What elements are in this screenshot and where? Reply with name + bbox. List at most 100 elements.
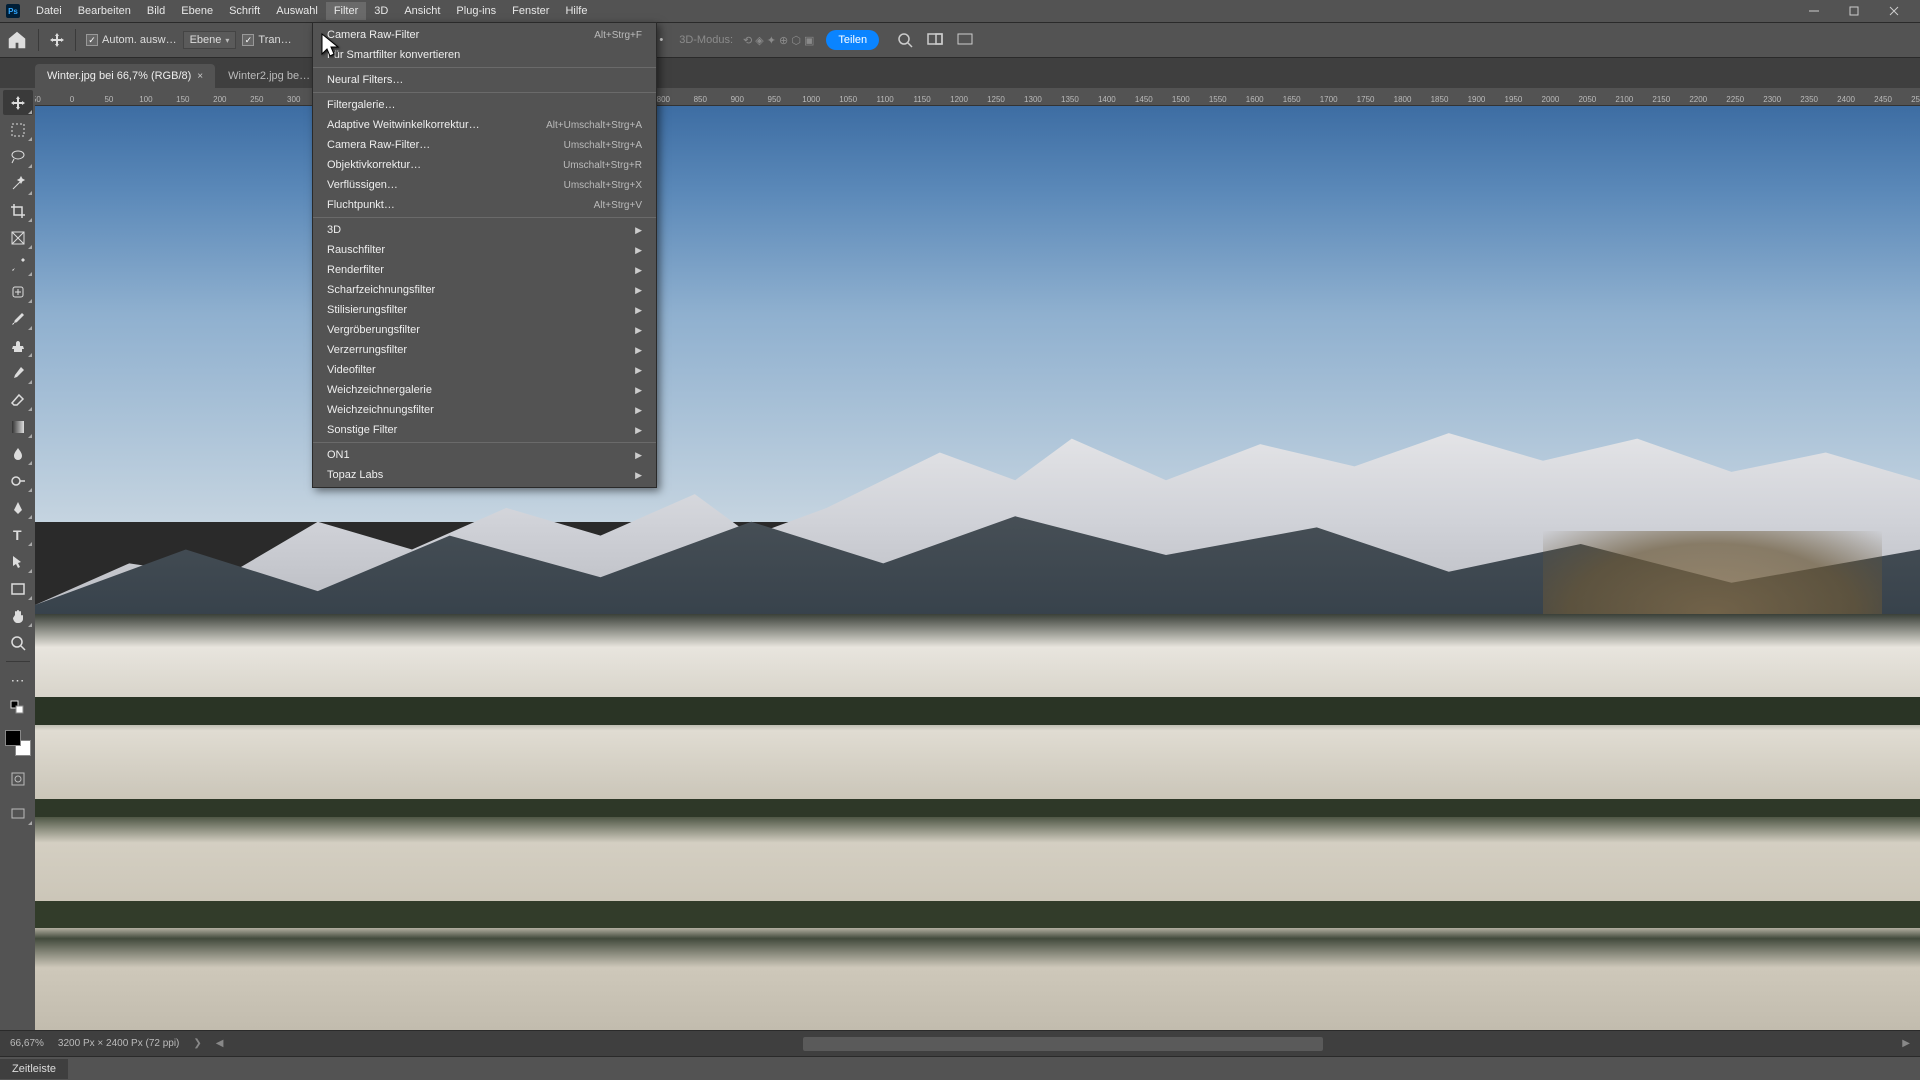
healing-brush-tool[interactable] (3, 279, 33, 304)
magic-wand-tool[interactable] (3, 171, 33, 196)
menu-ansicht[interactable]: Ansicht (396, 2, 448, 20)
close-tab-icon[interactable]: × (197, 71, 203, 82)
submenu-arrow-icon: ▶ (635, 450, 642, 461)
menu-item-filtergalerie-[interactable]: Filtergalerie… (313, 95, 656, 115)
maximize-button[interactable] (1834, 0, 1874, 22)
frame-tool[interactable] (3, 225, 33, 250)
submenu-arrow-icon: ▶ (635, 470, 642, 481)
menu-item-weichzeichnergalerie[interactable]: Weichzeichnergalerie▶ (313, 380, 656, 400)
zoom-tool[interactable] (3, 630, 33, 655)
scroll-left-icon[interactable]: ◀ (216, 1038, 224, 1049)
submenu-arrow-icon: ▶ (635, 225, 642, 236)
home-icon[interactable] (6, 29, 28, 51)
move-tool-icon (49, 32, 65, 48)
left-toolbar: T ⋯ (0, 88, 35, 1030)
menu-item-objektivkorrektur-[interactable]: Objektivkorrektur…Umschalt+Strg+R (313, 155, 656, 175)
svg-text:T: T (13, 527, 22, 543)
menu-datei[interactable]: Datei (28, 2, 70, 20)
3d-mode-label: 3D-Modus: (679, 34, 733, 46)
workspace-icon[interactable] (927, 32, 943, 48)
share-button[interactable]: Teilen (826, 30, 879, 50)
menu-item-f-r-smartfilter-konvertieren[interactable]: Für Smartfilter konvertieren (313, 45, 656, 65)
menu-item-on1[interactable]: ON1▶ (313, 445, 656, 465)
menu-item-fluchtpunkt-[interactable]: Fluchtpunkt…Alt+Strg+V (313, 195, 656, 215)
menu-fenster[interactable]: Fenster (504, 2, 557, 20)
screen-mode-icon[interactable] (3, 801, 33, 826)
path-selection-tool[interactable] (3, 549, 33, 574)
document-tab[interactable]: Winter.jpg bei 66,7% (RGB/8)× (35, 64, 215, 88)
close-button[interactable] (1874, 0, 1914, 22)
menu-item-verfl-ssigen-[interactable]: Verflüssigen…Umschalt+Strg+X (313, 175, 656, 195)
brush-tool[interactable] (3, 306, 33, 331)
menu-item-neural-filters-[interactable]: Neural Filters… (313, 70, 656, 90)
menu-item-scharfzeichnungsfilter[interactable]: Scharfzeichnungsfilter▶ (313, 280, 656, 300)
menu-hilfe[interactable]: Hilfe (557, 2, 595, 20)
menubar: Ps DateiBearbeitenBildEbeneSchriftAuswah… (0, 0, 1920, 22)
status-bar: 66,67% 3200 Px × 2400 Px (72 ppi) ❯ ◀ ▶ (0, 1030, 1920, 1056)
dodge-tool[interactable] (3, 468, 33, 493)
menu-item-vergr-berungsfilter[interactable]: Vergröberungsfilter▶ (313, 320, 656, 340)
3d-orbit-icon: ⟲ ◈ ✦ ⊕ ⬡ ▣ (743, 34, 814, 47)
submenu-arrow-icon: ▶ (635, 305, 642, 316)
menu-item-stilisierungsfilter[interactable]: Stilisierungsfilter▶ (313, 300, 656, 320)
menu-item-rauschfilter[interactable]: Rauschfilter▶ (313, 240, 656, 260)
submenu-arrow-icon: ▶ (635, 405, 642, 416)
lasso-tool[interactable] (3, 144, 33, 169)
horizontal-scrollbar[interactable] (238, 1037, 1889, 1051)
gradient-tool[interactable] (3, 414, 33, 439)
menu-item-camera-raw-filter-[interactable]: Camera Raw-Filter…Umschalt+Strg+A (313, 135, 656, 155)
document-dimensions: 3200 Px × 2400 Px (72 ppi) (58, 1038, 179, 1049)
menu-3d[interactable]: 3D (366, 2, 396, 20)
history-brush-tool[interactable] (3, 360, 33, 385)
menu-bild[interactable]: Bild (139, 2, 173, 20)
submenu-arrow-icon: ▶ (635, 285, 642, 296)
menu-schrift[interactable]: Schrift (221, 2, 268, 20)
layer-dropdown[interactable]: Ebene (183, 31, 237, 49)
quick-mask-icon[interactable] (3, 766, 33, 791)
menu-item-topaz-labs[interactable]: Topaz Labs▶ (313, 465, 656, 485)
menu-item-sonstige-filter[interactable]: Sonstige Filter▶ (313, 420, 656, 440)
submenu-arrow-icon: ▶ (635, 425, 642, 436)
foreground-background-reset-icon[interactable] (3, 695, 33, 720)
menu-item-3d[interactable]: 3D▶ (313, 220, 656, 240)
eraser-tool[interactable] (3, 387, 33, 412)
scroll-right-icon[interactable]: ▶ (1902, 1038, 1910, 1049)
menu-item-camera-raw-filter[interactable]: Camera Raw-FilterAlt+Strg+F (313, 25, 656, 45)
app-logo-icon: Ps (6, 4, 20, 18)
menu-item-videofilter[interactable]: Videofilter▶ (313, 360, 656, 380)
menu-item-verzerrungsfilter[interactable]: Verzerrungsfilter▶ (313, 340, 656, 360)
move-tool[interactable] (3, 90, 33, 115)
timeline-tab[interactable]: Zeitleiste (0, 1059, 68, 1079)
eyedropper-tool[interactable] (3, 252, 33, 277)
submenu-arrow-icon: ▶ (635, 365, 642, 376)
hand-tool[interactable] (3, 603, 33, 628)
search-icon[interactable] (897, 32, 913, 48)
submenu-arrow-icon: ▶ (635, 325, 642, 336)
filter-menu-dropdown: Camera Raw-FilterAlt+Strg+FFür Smartfilt… (312, 22, 657, 488)
submenu-arrow-icon: ▶ (635, 345, 642, 356)
crop-tool[interactable] (3, 198, 33, 223)
menu-item-renderfilter[interactable]: Renderfilter▶ (313, 260, 656, 280)
menu-item-weichzeichnungsfilter[interactable]: Weichzeichnungsfilter▶ (313, 400, 656, 420)
blur-tool[interactable] (3, 441, 33, 466)
zoom-level[interactable]: 66,67% (10, 1038, 44, 1049)
rectangle-tool[interactable] (3, 576, 33, 601)
submenu-arrow-icon: ▶ (635, 245, 642, 256)
marquee-tool[interactable] (3, 117, 33, 142)
edit-toolbar-icon[interactable]: ⋯ (3, 668, 33, 693)
type-tool[interactable]: T (3, 522, 33, 547)
menu-ebene[interactable]: Ebene (173, 2, 221, 20)
menu-auswahl[interactable]: Auswahl (268, 2, 326, 20)
menu-plug-ins[interactable]: Plug-ins (448, 2, 504, 20)
options-bar: Autom. ausw… Ebene Tran… ••• 3D-Modus: ⟲… (0, 22, 1920, 58)
menu-filter[interactable]: Filter (326, 2, 366, 20)
clone-stamp-tool[interactable] (3, 333, 33, 358)
help-icon[interactable] (957, 32, 973, 48)
pen-tool[interactable] (3, 495, 33, 520)
auto-select-checkbox[interactable]: Autom. ausw… (86, 34, 177, 46)
transform-checkbox[interactable]: Tran… (242, 34, 291, 46)
menu-item-adaptive-weitwinkelkorrektur-[interactable]: Adaptive Weitwinkelkorrektur…Alt+Umschal… (313, 115, 656, 135)
color-swatches[interactable] (5, 730, 31, 756)
menu-bearbeiten[interactable]: Bearbeiten (70, 2, 139, 20)
minimize-button[interactable] (1794, 0, 1834, 22)
